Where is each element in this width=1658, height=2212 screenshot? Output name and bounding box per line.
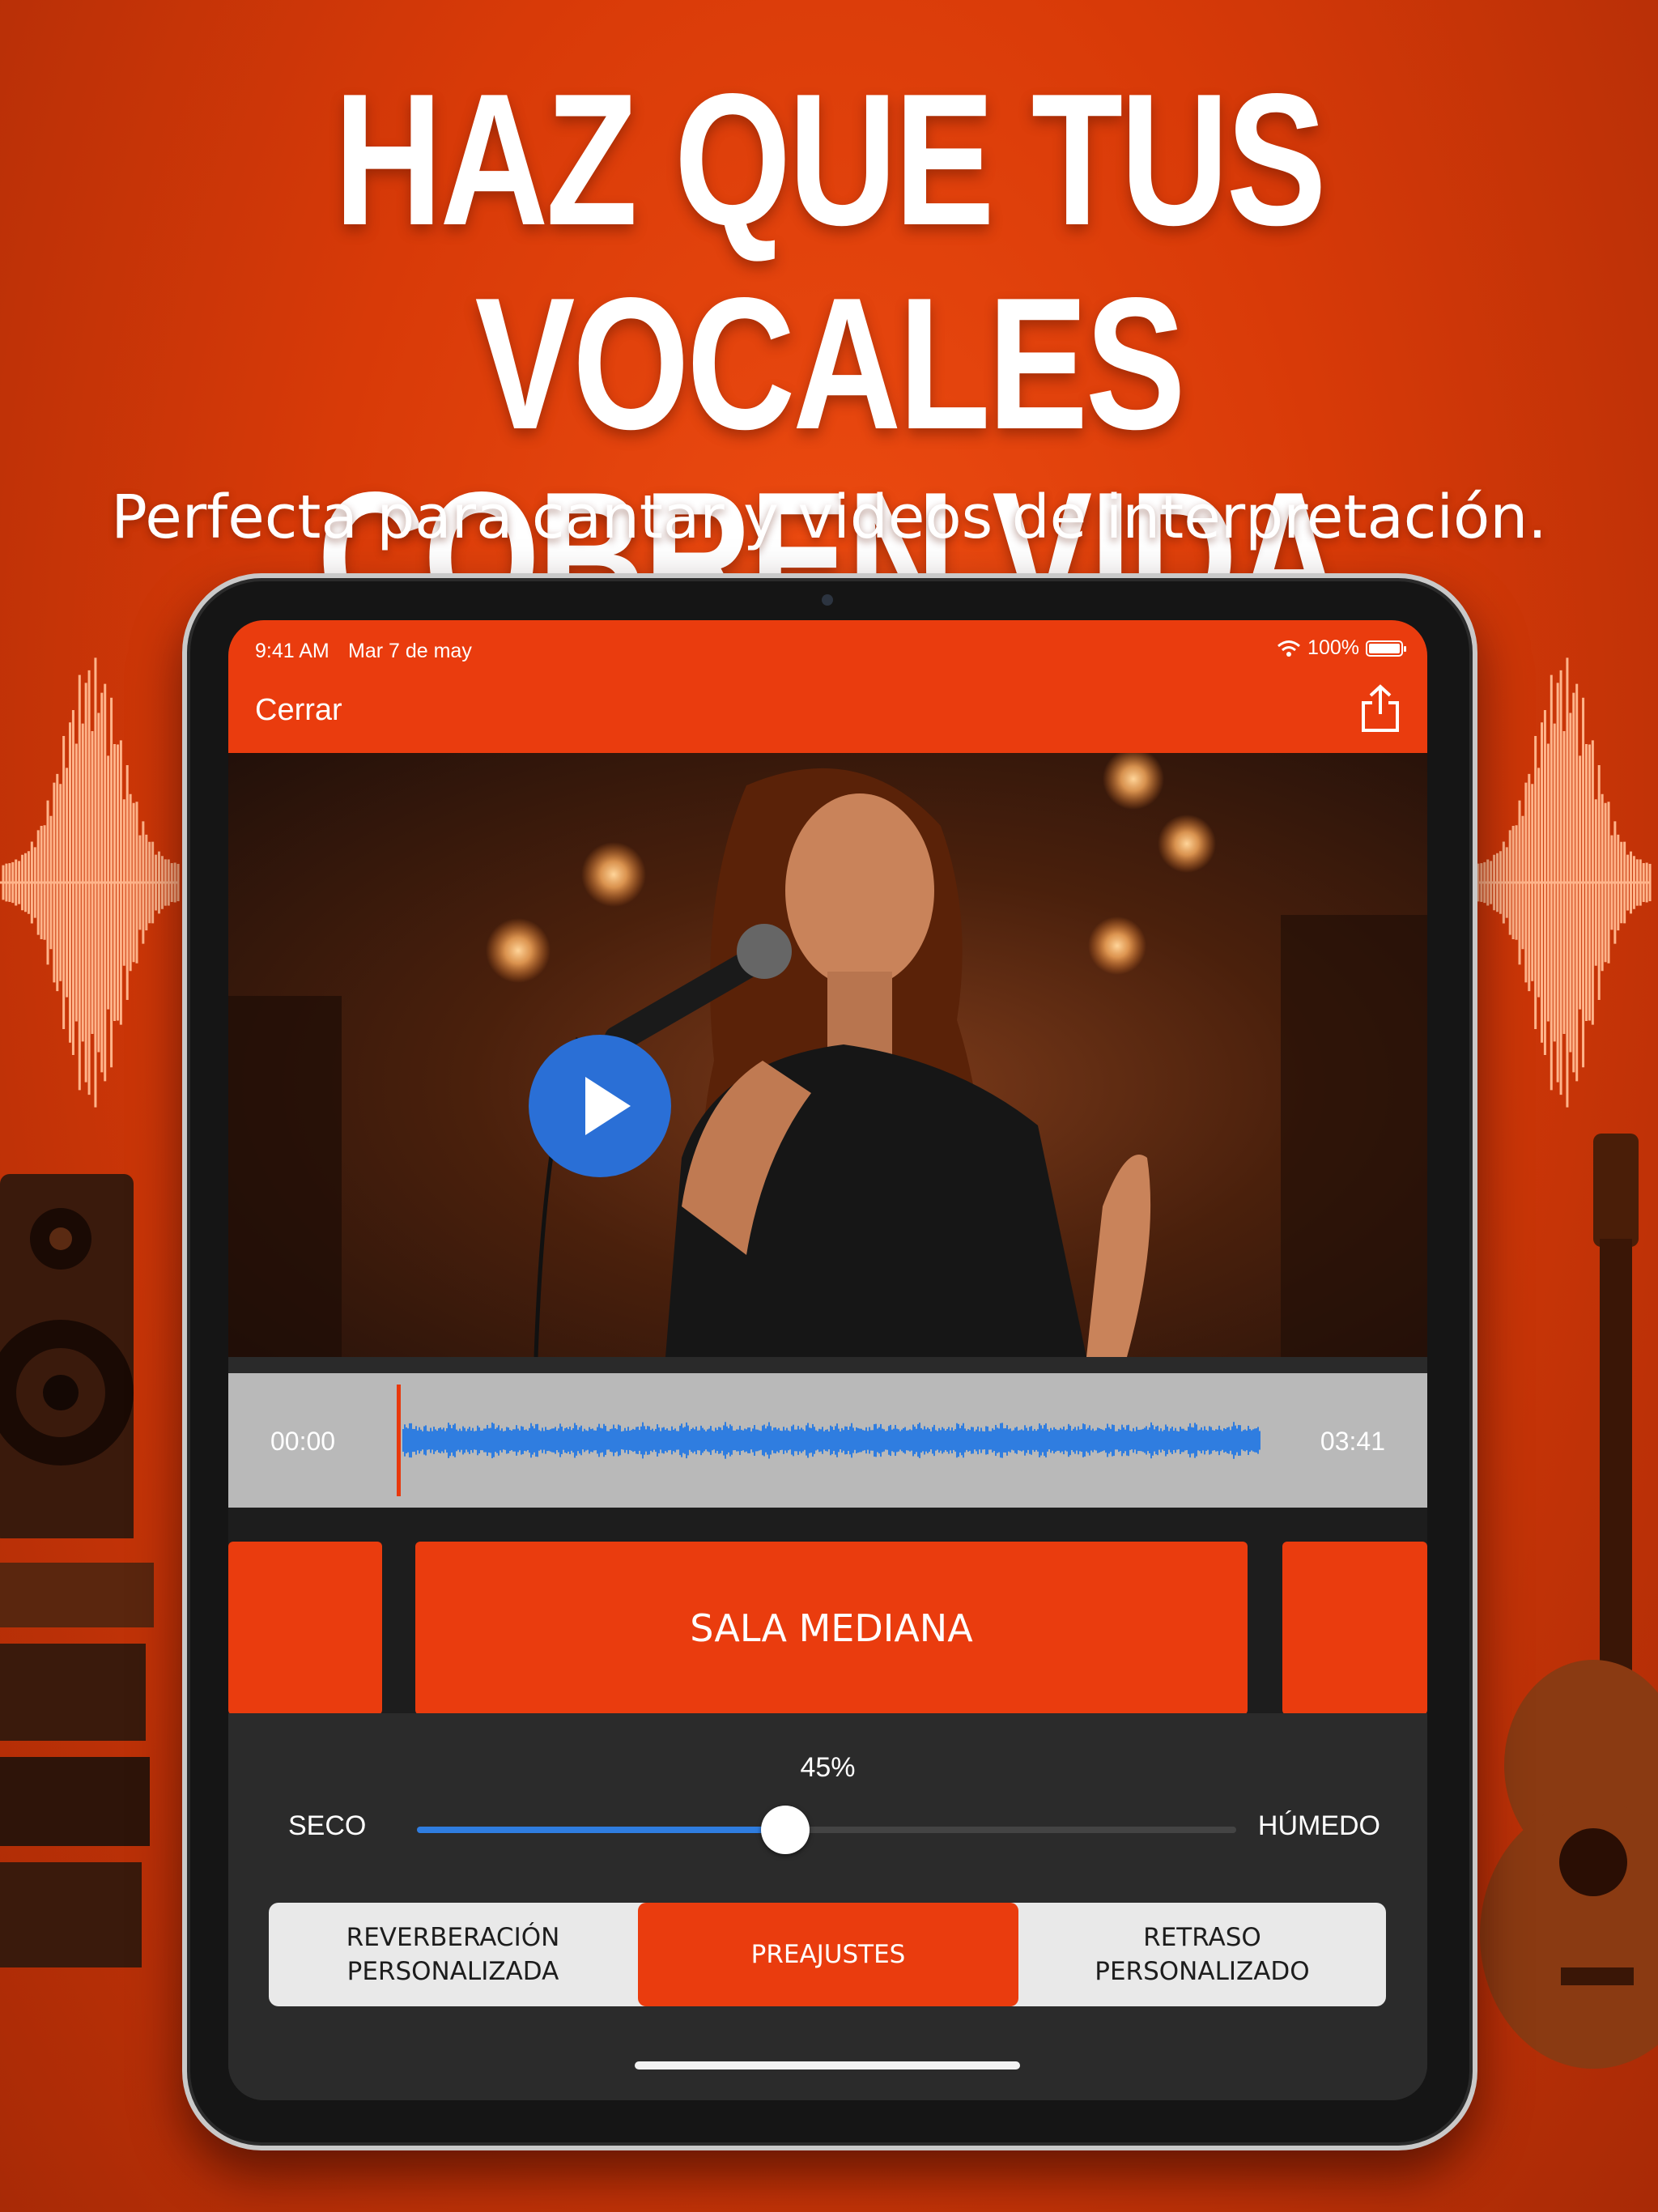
home-indicator[interactable] — [635, 2061, 1020, 2069]
end-time: 03:41 — [1320, 1427, 1385, 1456]
tab-custom-reverb[interactable]: REVERBERACIÓN PERSONALIZADA — [269, 1903, 637, 2006]
status-indicators: 100% — [1277, 636, 1406, 660]
status-date: Mar 7 de may — [348, 640, 472, 662]
right-soundwave-decoration — [1472, 657, 1652, 1108]
dry-wet-slider[interactable] — [417, 1806, 1236, 1854]
slider-fill — [417, 1827, 786, 1833]
play-button[interactable] — [529, 1035, 671, 1177]
promo-subtitle: Perfecta para cantar y videos de interpr… — [111, 483, 1547, 552]
top-bar: 9:41 AM Mar 7 de may 100% Cerrar — [228, 620, 1427, 753]
rack-equipment-decoration — [0, 1563, 154, 1967]
left-soundwave-decoration — [0, 657, 180, 1108]
mix-percentage: 45% — [800, 1752, 856, 1783]
current-preset-card[interactable]: SALA MEDIANA — [415, 1542, 1248, 1715]
front-camera — [822, 594, 833, 606]
tab-presets[interactable]: PREAJUSTES — [638, 1903, 1018, 2006]
playhead[interactable] — [397, 1385, 401, 1496]
battery-icon — [1366, 640, 1406, 657]
dry-label: SECO — [288, 1810, 367, 1841]
wet-label: HÚMEDO — [1257, 1810, 1380, 1841]
headline-line-1: HAZ QUE TUS — [334, 55, 1327, 265]
mode-segmented-control: REVERBERACIÓN PERSONALIZADA PREAJUSTES R… — [269, 1903, 1386, 2006]
tab-custom-delay[interactable]: RETRASO PERSONALIZADO — [1018, 1903, 1386, 2006]
wifi-icon — [1278, 640, 1301, 657]
start-time: 00:00 — [270, 1427, 336, 1456]
status-time: 9:41 AM — [255, 640, 329, 662]
next-preset-card[interactable] — [1282, 1542, 1427, 1715]
audio-waveform[interactable] — [402, 1404, 1261, 1477]
slider-thumb[interactable] — [761, 1806, 810, 1854]
mix-controls: 45% SECO HÚMEDO REVERBERACIÓN PERSONALIZ… — [228, 1713, 1427, 2100]
audio-timeline[interactable]: 00:00 03:41 — [228, 1373, 1427, 1508]
close-button[interactable]: Cerrar — [255, 693, 342, 728]
app-screen: 9:41 AM Mar 7 de may 100% Cerrar 00:00 0… — [228, 620, 1427, 2100]
preset-carousel[interactable]: SALA MEDIANA — [228, 1508, 1427, 1715]
guitar-decoration — [1480, 1134, 1658, 2069]
previous-preset-card[interactable] — [228, 1542, 382, 1715]
speaker-decoration — [0, 1174, 134, 1538]
battery-percentage: 100% — [1307, 636, 1359, 659]
singer-video-frame — [228, 753, 1427, 1357]
share-icon[interactable] — [1359, 683, 1401, 734]
play-icon — [585, 1077, 631, 1135]
video-preview[interactable] — [228, 753, 1427, 1357]
